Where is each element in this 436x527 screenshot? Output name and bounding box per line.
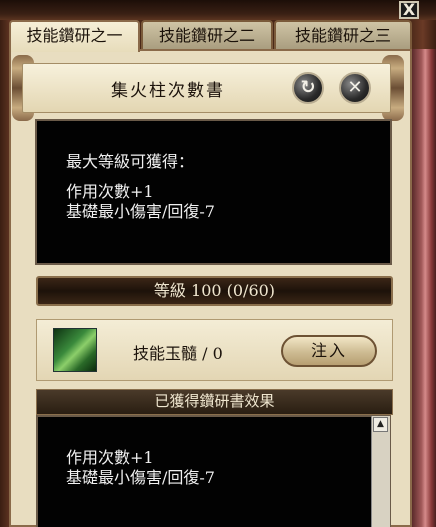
tab-research-3[interactable]: 技能鑽研之三 <box>274 20 412 50</box>
inject-button[interactable]: 注入 <box>281 335 377 367</box>
preview-heading: 最大等級可獲得： <box>66 152 195 171</box>
max-level-preview-box: 最大等級可獲得： 作用次數+1 基礎最小傷害/回復-7 <box>35 119 392 265</box>
tab-research-2[interactable]: 技能鑽研之二 <box>141 20 273 50</box>
material-label: 技能玉髓 / 0 <box>133 344 223 363</box>
reset-button[interactable]: ↻ <box>292 72 324 104</box>
acquired-effects-header: 已獲得鑽研書效果 <box>36 389 393 415</box>
skill-research-window: X 技能鑽研之一 技能鑽研之二 技能鑽研之三 集火柱次數書 ↻ ✕ 最大等級可獲… <box>0 0 436 527</box>
window-close-button[interactable]: X <box>399 1 419 19</box>
level-bar: 等級 100 (0/60) <box>36 276 393 306</box>
window-right-frame <box>412 49 436 527</box>
material-row: 技能玉髓 / 0 注入 <box>36 319 393 381</box>
scroll-up-icon[interactable]: ▲ <box>373 417 388 432</box>
tab-research-1[interactable]: 技能鑽研之一 <box>9 20 140 52</box>
jade-icon[interactable] <box>53 328 97 372</box>
book-title-bar: 集火柱次數書 <box>22 63 391 113</box>
reset-icon: ↻ <box>300 77 316 98</box>
acquired-effects-title: 已獲得鑽研書效果 <box>154 392 275 410</box>
acquired-effects-box: 作用次數+1 基礎最小傷害/回復-7 <box>36 415 391 527</box>
book-title: 集火柱次數書 <box>111 81 225 101</box>
close-icon: ✕ <box>347 77 363 98</box>
cancel-button[interactable]: ✕ <box>339 72 371 104</box>
preview-line: 基礎最小傷害/回復-7 <box>66 202 215 221</box>
window-top-frame <box>0 0 436 20</box>
level-text: 等級 100 (0/60) <box>153 281 276 300</box>
effect-line: 基礎最小傷害/回復-7 <box>66 468 215 487</box>
effects-scrollbar[interactable]: ▲ <box>371 416 390 527</box>
